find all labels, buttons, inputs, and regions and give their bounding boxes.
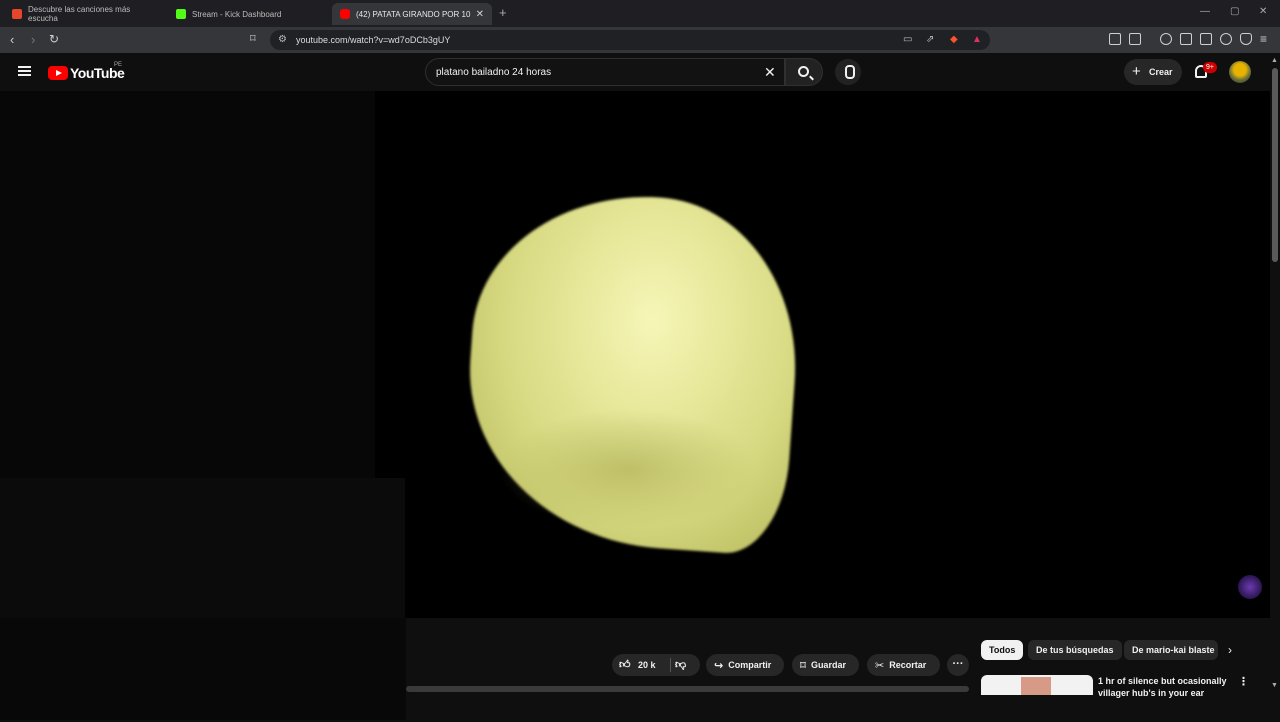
back-icon[interactable]: ‹ (10, 32, 14, 47)
site-info-icon[interactable]: ⚙ (278, 34, 287, 45)
sidebar-icon[interactable] (1180, 33, 1192, 45)
recommended-video-title[interactable]: 1 hr of silence but ocasionally villager… (1098, 675, 1228, 699)
menu-icon[interactable]: ≡ (1260, 32, 1267, 46)
youtube-logo[interactable]: YouTube (48, 65, 125, 81)
scroll-up-icon[interactable]: ▲ (1271, 57, 1278, 64)
clip-label: Recortar (889, 660, 927, 670)
chevron-right-icon[interactable]: › (1228, 643, 1232, 657)
tab-title: Descubre las canciones más escucha (28, 5, 131, 23)
video-frame-shadow (498, 409, 758, 529)
more-options-icon[interactable]: ⋮ (1238, 675, 1249, 688)
browser-toolbar: ‹ › ↻ ⌑ ⚙ youtube.com/watch?v=wd7oDCb3gU… (0, 27, 1280, 53)
music-icon[interactable] (1160, 33, 1172, 45)
share-button[interactable]: ↪ Compartir (706, 654, 784, 676)
save-label: Guardar (810, 660, 846, 670)
voice-search-icon[interactable] (835, 59, 861, 85)
brave-rewards-icon[interactable]: ▲ (972, 34, 982, 45)
left-panel (0, 618, 406, 720)
extension-icon[interactable] (1129, 33, 1141, 45)
minimize-icon[interactable]: — (1200, 6, 1210, 17)
tab-title: (42) PATATA GIRANDO POR 10 H (356, 9, 472, 19)
new-tab-button[interactable]: + (499, 5, 507, 20)
close-tab-icon[interactable]: ✕ (476, 9, 484, 20)
guide-menu-icon[interactable] (18, 66, 31, 76)
avatar[interactable] (1229, 61, 1251, 83)
clear-search-icon[interactable]: ✕ (764, 64, 776, 81)
search-query[interactable]: platano bailadno 24 horas (436, 67, 551, 78)
kick-favicon-icon (176, 9, 186, 19)
browser-tab[interactable]: Descubre las canciones más escucha (4, 3, 164, 25)
address-bar[interactable]: ⚙ youtube.com/watch?v=wd7oDCb3gUY ▭ ⇗ ◆ … (270, 30, 990, 50)
dislike-icon[interactable]: 👎︎ (675, 658, 686, 671)
clip-button[interactable]: ✂ Recortar (867, 654, 940, 676)
bookmark-icon: ⌑ (800, 659, 806, 672)
scroll-down-icon[interactable]: ▼ (1271, 682, 1278, 689)
search-input[interactable]: platano bailadno 24 horas ✕ (425, 58, 785, 86)
maximize-icon[interactable]: ▢ (1230, 6, 1239, 17)
brave-shield-icon[interactable]: ◆ (950, 34, 958, 45)
tab-title: Stream - Kick Dashboard (192, 9, 282, 19)
video-player[interactable] (0, 91, 1270, 618)
channel-watermark-icon[interactable] (1238, 575, 1262, 599)
search-icon (798, 66, 809, 77)
scissors-icon: ✂ (875, 659, 885, 672)
filter-chip-from-searches[interactable]: De tus búsquedas (1028, 640, 1122, 660)
cast-icon[interactable]: ▭ (903, 34, 912, 45)
reload-icon[interactable]: ↻ (49, 32, 59, 46)
browser-tab-bar: Descubre las canciones más escucha Strea… (0, 0, 1280, 27)
url-text[interactable]: youtube.com/watch?v=wd7oDCb3gUY (296, 35, 450, 45)
leo-ai-icon[interactable] (1220, 33, 1232, 45)
youtube-header: YouTube PE platano bailadno 24 horas ✕ +… (0, 53, 1280, 91)
divider (670, 658, 671, 672)
create-button[interactable]: + Crear (1124, 59, 1182, 85)
notifications-badge: 9+ (1203, 62, 1217, 73)
video-thumbnail[interactable] (981, 675, 1093, 695)
share-icon: ↪ (714, 659, 724, 672)
share-icon[interactable]: ⇗ (926, 34, 934, 45)
horizontal-scrollbar[interactable] (406, 686, 969, 692)
bookmark-icon[interactable]: ⌑ (250, 32, 256, 45)
share-label: Compartir (728, 660, 772, 670)
like-dislike-group: 👍︎ 20 k 👎︎ (612, 654, 700, 676)
vpn-icon[interactable] (1240, 33, 1252, 45)
extension-icon[interactable] (1109, 33, 1121, 45)
like-icon[interactable]: 👍︎ (619, 658, 631, 671)
create-label: Crear (1149, 67, 1173, 77)
close-window-icon[interactable]: ✕ (1259, 6, 1267, 17)
more-actions-icon[interactable]: ··· (947, 654, 969, 676)
browser-tab-active[interactable]: (42) PATATA GIRANDO POR 10 H ✕ (332, 3, 492, 25)
browser-tab[interactable]: Stream - Kick Dashboard (168, 3, 328, 25)
like-count[interactable]: 20 k (638, 660, 656, 670)
plus-icon: + (1132, 63, 1141, 80)
video-letterbox (0, 478, 405, 618)
youtube-play-icon (48, 66, 68, 80)
forward-icon[interactable]: › (31, 32, 35, 47)
country-code: PE (114, 62, 123, 68)
filter-chip-all[interactable]: Todos (981, 640, 1024, 660)
filter-chip-channel[interactable]: De mario-kai blaste (1124, 640, 1218, 660)
save-button[interactable]: ⌑ Guardar (792, 654, 859, 676)
scrollbar-thumb[interactable] (1272, 68, 1278, 262)
viewport-edge (981, 698, 1270, 722)
search-button[interactable] (785, 58, 823, 86)
wallet-icon[interactable] (1200, 33, 1212, 45)
music-site-favicon-icon (12, 9, 22, 19)
youtube-favicon-icon (340, 9, 350, 19)
